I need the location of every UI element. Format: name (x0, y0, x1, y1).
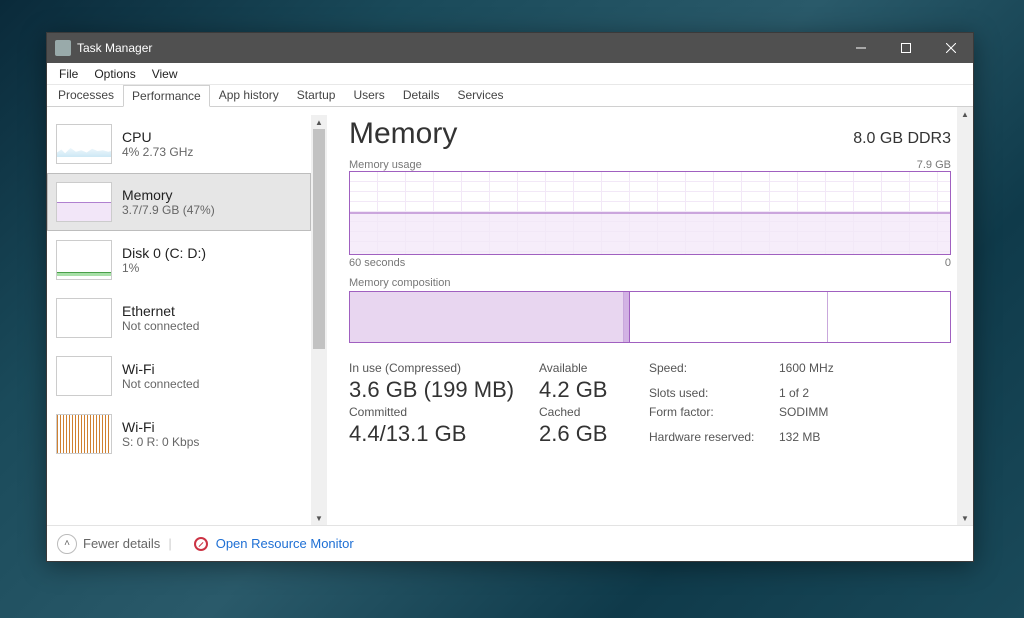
sidebar-item-label: Disk 0 (C: D:) (122, 245, 206, 261)
page-title: Memory (349, 117, 457, 151)
stats-grid: In use (Compressed) Available Speed: 160… (349, 361, 951, 447)
memory-composition-chart (349, 291, 951, 343)
inuse-value: 3.6 GB (199 MB) (349, 377, 539, 403)
composition-label: Memory composition (349, 277, 951, 289)
tab-details[interactable]: Details (394, 84, 449, 106)
thumb-ethernet-icon (56, 298, 112, 338)
sidebar: CPU 4% 2.73 GHz Memory 3.7/7.9 GB (47%) … (47, 107, 327, 525)
sidebar-item-sub: S: 0 R: 0 Kbps (122, 435, 199, 449)
thumb-memory-icon (56, 182, 112, 222)
sidebar-item-label: Wi-Fi (122, 419, 199, 435)
sidebar-item-memory[interactable]: Memory 3.7/7.9 GB (47%) (47, 173, 311, 231)
task-manager-window: Task Manager File Options View Processes… (46, 32, 974, 562)
form-label: Form factor: (649, 405, 779, 419)
composition-inuse (350, 292, 624, 342)
menu-file[interactable]: File (51, 65, 86, 83)
sidebar-item-label: Ethernet (122, 303, 199, 319)
sidebar-item-wifi-2[interactable]: Wi-Fi S: 0 R: 0 Kbps (47, 405, 311, 463)
sidebar-item-sub: Not connected (122, 319, 199, 333)
thumb-cpu-icon (56, 124, 112, 164)
scroll-up-icon[interactable]: ▲ (957, 107, 973, 121)
thumb-disk-icon (56, 240, 112, 280)
scroll-down-icon[interactable]: ▼ (957, 511, 973, 525)
usage-chart-max: 7.9 GB (917, 159, 951, 171)
app-icon (55, 40, 71, 56)
hw-label: Hardware reserved: (649, 430, 779, 444)
sidebar-item-ethernet[interactable]: Ethernet Not connected (47, 289, 311, 347)
menu-options[interactable]: Options (86, 65, 143, 83)
axis-left: 60 seconds (349, 257, 405, 269)
available-value: 4.2 GB (539, 377, 649, 403)
fewer-details-link[interactable]: Fewer details (83, 536, 160, 551)
content-scrollbar[interactable]: ▲ ▼ (957, 107, 973, 525)
hw-value: 132 MB (779, 430, 889, 444)
capacity-label: 8.0 GB DDR3 (853, 130, 951, 148)
sidebar-item-wifi-1[interactable]: Wi-Fi Not connected (47, 347, 311, 405)
tab-app-history[interactable]: App history (210, 84, 288, 106)
speed-label: Speed: (649, 361, 779, 375)
content-pane: Memory 8.0 GB DDR3 Memory usage 7.9 GB 6… (327, 107, 973, 525)
form-value: SODIMM (779, 405, 889, 419)
menu-view[interactable]: View (144, 65, 186, 83)
slots-value: 1 of 2 (779, 386, 889, 400)
tab-performance[interactable]: Performance (123, 85, 210, 107)
scrollbar-thumb[interactable] (313, 129, 325, 349)
sidebar-item-sub: 3.7/7.9 GB (47%) (122, 203, 215, 217)
sidebar-item-sub: 1% (122, 261, 206, 275)
titlebar[interactable]: Task Manager (47, 33, 973, 63)
sidebar-item-label: Memory (122, 187, 215, 203)
tab-services[interactable]: Services (449, 84, 513, 106)
slots-label: Slots used: (649, 386, 779, 400)
inuse-label: In use (Compressed) (349, 361, 539, 375)
usage-chart-label: Memory usage (349, 159, 422, 171)
cached-label: Cached (539, 405, 649, 419)
sidebar-item-disk[interactable]: Disk 0 (C: D:) 1% (47, 231, 311, 289)
chevron-up-icon[interactable]: ˄ (57, 534, 77, 554)
thumb-wifi-icon (56, 356, 112, 396)
tab-processes[interactable]: Processes (49, 84, 123, 106)
committed-value: 4.4/13.1 GB (349, 421, 539, 447)
scroll-down-icon[interactable]: ▼ (311, 511, 327, 525)
tabbar: Processes Performance App history Startu… (47, 85, 973, 107)
sidebar-scrollbar[interactable]: ▲ ▼ (311, 115, 327, 525)
tab-startup[interactable]: Startup (288, 84, 345, 106)
close-button[interactable] (928, 33, 973, 63)
composition-standby (630, 292, 828, 342)
open-resource-monitor-link[interactable]: Open Resource Monitor (216, 536, 354, 551)
window-title: Task Manager (77, 41, 152, 55)
minimize-button[interactable] (838, 33, 883, 63)
thumb-wifi-icon (56, 414, 112, 454)
menubar: File Options View (47, 63, 973, 85)
scroll-up-icon[interactable]: ▲ (311, 115, 327, 129)
maximize-button[interactable] (883, 33, 928, 63)
sidebar-item-sub: Not connected (122, 377, 199, 391)
cached-value: 2.6 GB (539, 421, 649, 447)
sidebar-item-label: CPU (122, 129, 193, 145)
tab-users[interactable]: Users (344, 84, 393, 106)
sidebar-item-cpu[interactable]: CPU 4% 2.73 GHz (47, 115, 311, 173)
speed-value: 1600 MHz (779, 361, 889, 375)
sidebar-item-sub: 4% 2.73 GHz (122, 145, 193, 159)
footer: ˄ Fewer details | Open Resource Monitor (47, 525, 973, 561)
composition-free (828, 292, 950, 342)
memory-usage-chart (349, 171, 951, 255)
committed-label: Committed (349, 405, 539, 419)
resource-monitor-icon (194, 537, 208, 551)
axis-right: 0 (945, 257, 951, 269)
available-label: Available (539, 361, 649, 375)
sidebar-item-label: Wi-Fi (122, 361, 199, 377)
